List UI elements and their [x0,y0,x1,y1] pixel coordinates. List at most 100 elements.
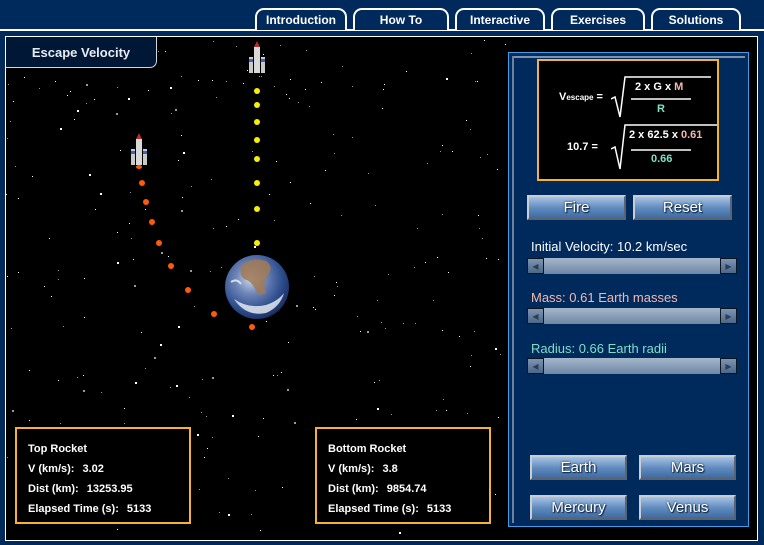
star [381,322,382,323]
star [135,382,137,384]
slider-right-arrow-icon[interactable]: ▶ [720,258,737,274]
star [294,422,296,424]
star [254,246,256,248]
star [251,514,252,515]
star [191,186,192,187]
star [466,120,467,121]
tab-how-to[interactable]: How To [353,8,449,30]
star [375,205,376,206]
star [313,307,314,308]
slider-right-arrow-icon[interactable]: ▶ [720,358,737,374]
velocity-label: V (km/s): [328,463,375,475]
star [63,326,64,327]
star [67,95,68,96]
star [181,210,183,212]
tab-solutions[interactable]: Solutions [651,8,741,30]
star [341,215,342,216]
star [337,286,338,287]
trail-dot [149,219,155,225]
trail-dot [254,119,260,125]
star [427,163,428,164]
star [226,226,227,227]
formula-values-numerator: 2 x 62.5 x 0.61 [629,129,703,141]
mars-button[interactable]: Mars [639,455,736,480]
mercury-button[interactable]: Mercury [530,495,627,520]
star [216,97,217,98]
slider-right-arrow-icon[interactable]: ▶ [720,308,737,324]
star [269,194,270,195]
radius-slider-label: Radius: 0.66 Earth radii [531,341,667,356]
top-rocket-title: Top Rocket [28,443,88,455]
star [221,267,222,268]
reset-button[interactable]: Reset [633,195,732,220]
tab-interactive[interactable]: Interactive [455,8,545,30]
star [414,267,415,268]
trail-dot [254,240,260,246]
trail-dot [254,102,260,108]
star [474,331,475,332]
star [145,368,146,369]
star [128,98,130,100]
star [238,219,239,220]
star [282,487,283,488]
trail-dot [249,324,255,330]
star [377,408,379,410]
star [211,179,212,180]
star [281,372,282,373]
star [261,76,262,77]
star [7,138,8,139]
time-label: Elapsed Time (s): [28,503,119,515]
star [175,109,177,111]
star [360,331,361,332]
slider-left-arrow-icon[interactable]: ◀ [527,258,544,274]
formula-box: Vescape = 2 x G x M R 10.7 = 2 x 62.5 x … [537,59,719,181]
trail-dot [139,180,145,186]
star [478,215,479,216]
velocity-slider[interactable]: ◀ ▶ [527,258,737,274]
top-rocket-trail [254,88,260,246]
star [58,380,59,381]
star [255,490,256,491]
bottom-rocket-icon [131,133,147,169]
star [198,80,199,81]
star [120,150,121,151]
star [206,416,207,417]
venus-button[interactable]: Venus [639,495,736,520]
star [475,81,476,82]
bottom-rocket-title: Bottom Rocket [328,443,407,455]
star [479,228,480,229]
earth-button[interactable]: Earth [530,455,627,480]
star [446,78,448,80]
star [437,257,438,258]
slider-left-arrow-icon[interactable]: ◀ [527,308,544,324]
star [24,77,25,78]
star [117,87,118,88]
mass-slider[interactable]: ◀ ▶ [527,308,737,324]
trail-dot [254,137,260,143]
bottom-rocket-velocity: V (km/s): 3.8 [328,463,398,475]
star [74,119,75,120]
star [83,390,85,392]
tab-exercises[interactable]: Exercises [551,8,645,30]
fire-button[interactable]: Fire [527,195,626,220]
star [495,348,497,350]
slider-left-arrow-icon[interactable]: ◀ [527,358,544,374]
star [382,108,383,109]
star [70,91,71,92]
radius-slider[interactable]: ◀ ▶ [527,358,737,374]
star [154,357,156,359]
star [442,145,443,146]
star [7,457,8,458]
time-value: 5133 [426,503,452,515]
star [470,366,471,367]
star [305,89,306,90]
star [117,232,118,233]
star [273,375,274,376]
time-label: Elapsed Time (s): [328,503,419,515]
star [436,410,437,411]
star [226,81,227,82]
star [236,46,237,47]
star [276,161,277,162]
tab-introduction[interactable]: Introduction [255,8,347,30]
star [260,530,261,531]
